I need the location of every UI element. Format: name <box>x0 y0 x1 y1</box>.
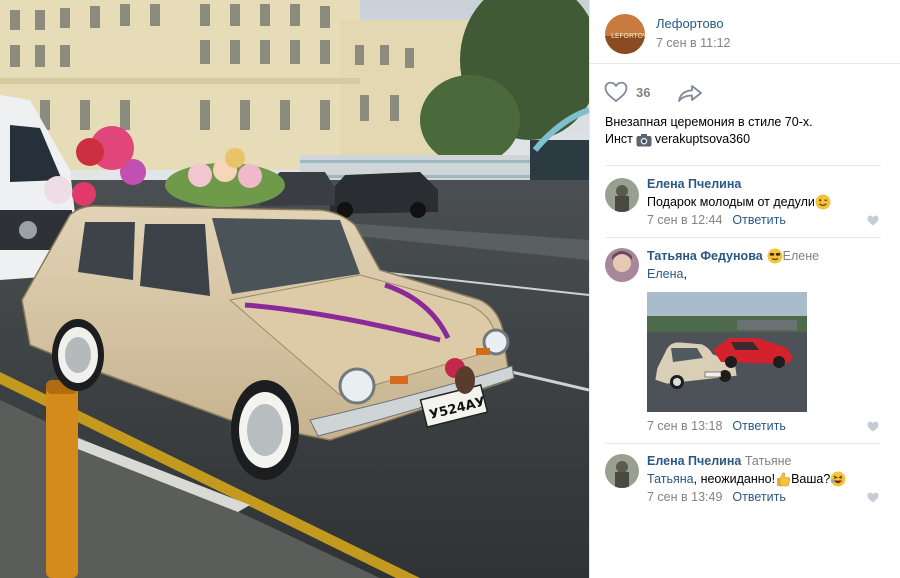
like-count: 36 <box>636 84 651 100</box>
comment-meta: 7 сен в 12:44 Ответить <box>647 213 786 227</box>
share-button[interactable] <box>677 84 703 105</box>
commenter-avatar[interactable] <box>605 248 639 282</box>
comment-text: Татьяна, неожиданно! Ваша? <box>647 471 846 487</box>
comment-text-body: , <box>683 267 687 281</box>
comment-like-button[interactable] <box>867 492 879 506</box>
comment-like-button[interactable] <box>867 421 879 435</box>
comment-time[interactable]: 7 сен в 12:44 <box>647 213 722 227</box>
post-text-instagram: Инст verakuptsova360 <box>605 131 890 148</box>
comment-text-body-2: Ваша? <box>791 472 831 486</box>
mention-link[interactable]: Татьяна <box>647 472 694 486</box>
comment-time[interactable]: 7 сен в 13:18 <box>647 419 722 433</box>
comment-time[interactable]: 7 сен в 13:49 <box>647 490 722 504</box>
rofl-emoji-icon <box>830 471 846 487</box>
post-time[interactable]: 7 сен в 11:12 <box>656 36 730 50</box>
comment-item: Елена Пчелина Татьяне Татьяна, неожиданн… <box>590 454 900 514</box>
svg-text:LEFORTOVO: LEFORTOVO <box>611 32 645 40</box>
heart-icon <box>867 421 879 432</box>
comment-text: Подарок молодым от дедули <box>647 194 831 210</box>
post-text: Внезапная церемония в стиле 70-х. Инст v… <box>605 114 890 148</box>
commenter-avatar[interactable] <box>605 178 639 212</box>
mention-link[interactable]: Елена <box>647 267 683 281</box>
wink-emoji-icon <box>815 194 831 210</box>
divider <box>605 165 881 166</box>
reply-to-name[interactable]: Елене <box>783 249 819 263</box>
cars-photo-image <box>647 292 807 412</box>
comment-photo-attachment[interactable] <box>647 292 807 412</box>
post-side-panel: LEFORTOVO Лефортово 7 сен в 11:12 36 Вне… <box>589 0 900 578</box>
instagram-handle: verakuptsova360 <box>654 132 751 146</box>
comment-author: Елена Пчелина Татьяне <box>647 454 791 468</box>
heart-icon <box>867 215 879 226</box>
heart-icon <box>604 81 628 103</box>
cool-emoji-icon <box>767 248 783 264</box>
comment-meta: 7 сен в 13:18 Ответить <box>647 419 786 433</box>
reply-button[interactable]: Ответить <box>732 213 785 227</box>
comment-author-link[interactable]: Татьяна Федунова <box>647 249 763 263</box>
thumbs-up-emoji-icon <box>777 472 791 487</box>
comment-item: Елена Пчелина Подарок молодым от дедули … <box>590 176 900 236</box>
divider <box>605 443 881 444</box>
reply-button[interactable]: Ответить <box>732 419 785 433</box>
post-actions: 36 <box>590 65 900 111</box>
author-avatar[interactable]: LEFORTOVO <box>605 14 645 54</box>
like-button[interactable]: 36 <box>604 81 650 103</box>
post-header: LEFORTOVO Лефортово 7 сен в 11:12 <box>590 0 900 64</box>
divider <box>605 237 881 238</box>
comment-author: Татьяна Федунова Елене <box>647 248 819 264</box>
comment-text-body: , неожиданно! <box>693 472 776 486</box>
comment-text: Елена, <box>647 267 687 281</box>
comment-item: Татьяна Федунова Елене Елена, 7 сен в 13… <box>590 248 900 438</box>
commenter-avatar[interactable] <box>605 454 639 488</box>
heart-icon <box>867 492 879 503</box>
reply-button[interactable]: Ответить <box>732 490 785 504</box>
post-photo[interactable]: У524АУ <box>0 0 589 578</box>
post-text-line: Внезапная церемония в стиле 70-х. <box>605 115 813 129</box>
comment-meta: 7 сен в 13:49 Ответить <box>647 490 786 504</box>
author-name-link[interactable]: Лефортово <box>656 16 724 31</box>
comment-text-body: Подарок молодым от дедули <box>647 195 815 209</box>
reply-to-name[interactable]: Татьяне <box>745 454 792 468</box>
comment-author: Елена Пчелина <box>647 177 741 191</box>
comment-author-link[interactable]: Елена Пчелина <box>647 177 741 191</box>
camera-icon <box>636 133 652 146</box>
wedding-car-image: У524АУ <box>0 0 589 578</box>
post-text-prefix: Инст <box>605 132 633 146</box>
share-arrow-icon <box>678 85 702 102</box>
comment-author-link[interactable]: Елена Пчелина <box>647 454 741 468</box>
comment-like-button[interactable] <box>867 215 879 229</box>
